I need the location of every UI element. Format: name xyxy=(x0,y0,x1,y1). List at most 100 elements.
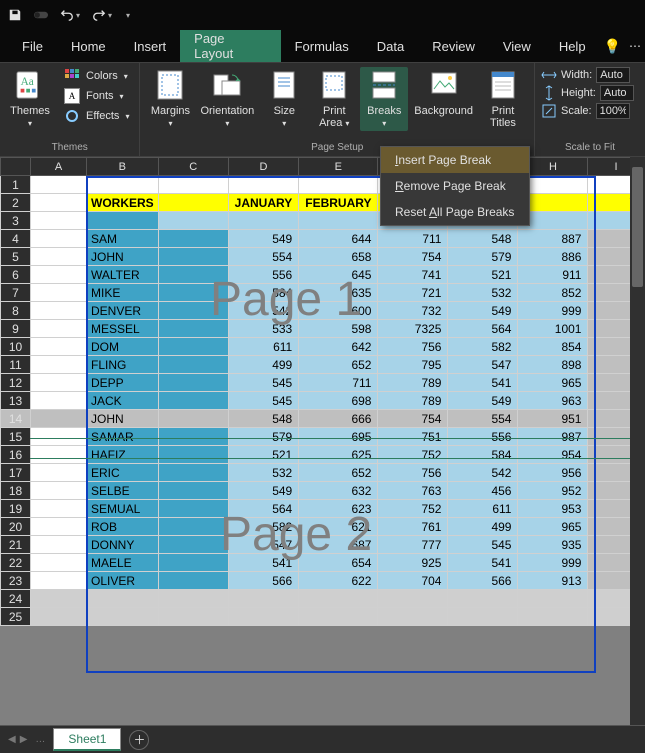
redo-icon[interactable] xyxy=(92,8,106,22)
table-row[interactable]: 5JOHN554658754579886 xyxy=(1,248,644,266)
cell[interactable]: 754 xyxy=(378,248,448,266)
cell[interactable]: 987 xyxy=(518,428,588,446)
col-A[interactable]: A xyxy=(31,158,87,176)
row-header[interactable]: 17 xyxy=(1,464,31,482)
cell[interactable]: 711 xyxy=(378,230,448,248)
print-area-button[interactable]: Print Area ▾ xyxy=(310,67,358,131)
cell[interactable]: 721 xyxy=(378,284,448,302)
table-row[interactable]: 17ERIC532652756542956 xyxy=(1,464,644,482)
cell[interactable]: 654 xyxy=(299,554,378,572)
cell[interactable]: 854 xyxy=(518,338,588,356)
cell[interactable]: 554 xyxy=(228,248,299,266)
cell[interactable]: 777 xyxy=(378,536,448,554)
sheet-tab-sheet1[interactable]: Sheet1 xyxy=(53,728,121,751)
cell[interactable] xyxy=(31,536,87,554)
cell[interactable]: 554 xyxy=(448,410,518,428)
row-header[interactable]: 22 xyxy=(1,554,31,572)
cell[interactable] xyxy=(228,608,299,626)
worker-name[interactable]: DOM xyxy=(87,338,159,356)
col-B[interactable]: B xyxy=(87,158,159,176)
col-E[interactable]: E xyxy=(299,158,378,176)
cell[interactable]: 625 xyxy=(299,446,378,464)
undo-split[interactable]: ▾ xyxy=(60,8,80,22)
cell[interactable]: 695 xyxy=(299,428,378,446)
chevron-right-icon[interactable]: ▶ xyxy=(20,734,28,745)
table-row[interactable]: 11FLING499652795547898 xyxy=(1,356,644,374)
cell[interactable] xyxy=(158,230,228,248)
cell[interactable]: 579 xyxy=(228,428,299,446)
cell[interactable]: 687 xyxy=(299,536,378,554)
cell[interactable] xyxy=(31,302,87,320)
cell[interactable]: 499 xyxy=(228,356,299,374)
cell[interactable] xyxy=(87,176,159,194)
breaks-button[interactable]: Breaks▾ xyxy=(360,67,408,131)
table-row[interactable]: 8DENVER542600732549999 xyxy=(1,302,644,320)
cell[interactable]: 952 xyxy=(518,482,588,500)
cell[interactable]: 549 xyxy=(448,302,518,320)
cell[interactable] xyxy=(31,572,87,590)
cell[interactable]: 623 xyxy=(299,500,378,518)
cell[interactable] xyxy=(31,356,87,374)
cell[interactable]: 564 xyxy=(448,320,518,338)
cell[interactable] xyxy=(31,554,87,572)
share-icon[interactable]: ⋯ xyxy=(629,39,641,53)
column-headers[interactable]: A B C D E F G H I xyxy=(1,158,644,176)
cell[interactable] xyxy=(31,266,87,284)
cell[interactable] xyxy=(31,248,87,266)
cell[interactable]: 763 xyxy=(378,482,448,500)
cell[interactable]: 621 xyxy=(299,518,378,536)
cell[interactable] xyxy=(31,482,87,500)
menu-remove-page-break[interactable]: Remove Page Break xyxy=(381,173,529,199)
themes-button[interactable]: Aa Themes▾ xyxy=(6,67,54,131)
scale-value-row[interactable]: Scale: xyxy=(541,103,639,119)
cell[interactable] xyxy=(158,446,228,464)
cell[interactable]: 935 xyxy=(518,536,588,554)
row-header[interactable]: 20 xyxy=(1,518,31,536)
cell[interactable]: 732 xyxy=(378,302,448,320)
table-row[interactable]: 23OLIVER566622704566913 xyxy=(1,572,644,590)
row-header[interactable]: 2 xyxy=(1,194,31,212)
worker-name[interactable]: WALTER xyxy=(87,266,159,284)
cell[interactable] xyxy=(518,608,588,626)
row-header[interactable]: 9 xyxy=(1,320,31,338)
cell[interactable]: 547 xyxy=(228,536,299,554)
add-sheet-button[interactable]: ＋ xyxy=(129,730,149,750)
cell[interactable]: 956 xyxy=(518,464,588,482)
cell[interactable]: 652 xyxy=(299,356,378,374)
scale-height-row[interactable]: Height: xyxy=(541,85,639,101)
cell[interactable] xyxy=(158,518,228,536)
cell[interactable] xyxy=(31,590,87,608)
size-button[interactable]: Size▾ xyxy=(260,67,308,131)
cell[interactable]: 632 xyxy=(299,482,378,500)
tab-review[interactable]: Review xyxy=(418,30,489,62)
worker-name[interactable]: MAELE xyxy=(87,554,159,572)
print-titles-button[interactable]: Print Titles xyxy=(479,67,527,131)
row-header[interactable]: 4 xyxy=(1,230,31,248)
cell[interactable]: 963 xyxy=(518,392,588,410)
cell[interactable]: 756 xyxy=(378,464,448,482)
table-row[interactable]: 10DOM611642756582854 xyxy=(1,338,644,356)
cell[interactable]: 954 xyxy=(518,446,588,464)
ellipsis-icon[interactable]: … xyxy=(35,734,45,745)
chevron-down-icon[interactable]: ▾ xyxy=(108,11,112,20)
cell[interactable] xyxy=(158,392,228,410)
cell[interactable]: 600 xyxy=(299,302,378,320)
cell[interactable] xyxy=(31,500,87,518)
cell[interactable] xyxy=(31,518,87,536)
cell[interactable] xyxy=(158,482,228,500)
cell[interactable]: 652 xyxy=(299,464,378,482)
tab-formulas[interactable]: Formulas xyxy=(281,30,363,62)
save-icon[interactable] xyxy=(8,8,22,22)
cell[interactable] xyxy=(158,266,228,284)
row-header[interactable]: 7 xyxy=(1,284,31,302)
worker-name[interactable]: ERIC xyxy=(87,464,159,482)
cell[interactable]: 548 xyxy=(228,410,299,428)
row-header[interactable]: 8 xyxy=(1,302,31,320)
cell[interactable]: 645 xyxy=(299,266,378,284)
row-header[interactable]: 1 xyxy=(1,176,31,194)
cell[interactable]: 549 xyxy=(228,230,299,248)
cell[interactable] xyxy=(158,320,228,338)
cell[interactable] xyxy=(31,320,87,338)
cell[interactable]: 542 xyxy=(448,464,518,482)
cell[interactable] xyxy=(31,338,87,356)
